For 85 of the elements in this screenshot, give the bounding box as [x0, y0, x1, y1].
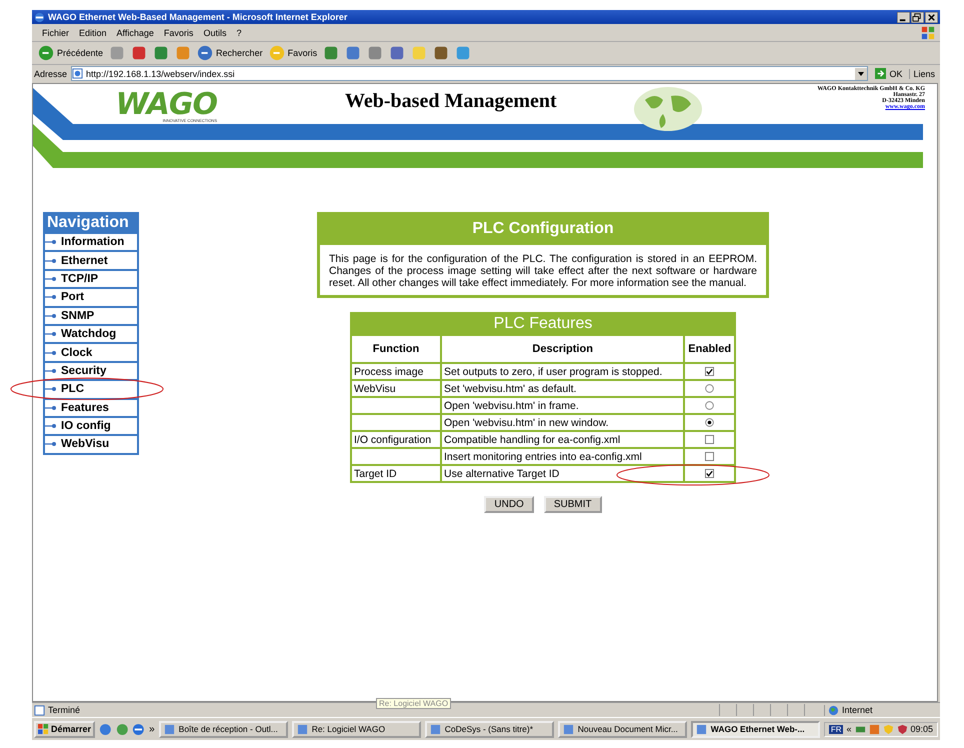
- checkbox[interactable]: [705, 367, 714, 376]
- panel-title: PLC Configuration: [320, 215, 766, 245]
- arrow-icon: [875, 68, 886, 79]
- radio-button[interactable]: [705, 384, 714, 394]
- app-icon: [164, 724, 175, 734]
- app-icon[interactable]: [868, 724, 880, 734]
- app-icon: [296, 724, 308, 734]
- taskbar-button[interactable]: Nouveau Document Micr...: [558, 720, 687, 738]
- navigation-item[interactable]: Information: [45, 234, 137, 250]
- windows-flag-icon: [920, 26, 936, 40]
- navigation-item[interactable]: Clock: [45, 344, 137, 361]
- table-cell: Open 'webvisu.htm' in frame.: [442, 398, 684, 413]
- checkbox[interactable]: [705, 452, 714, 462]
- table-cell: WebVisu: [352, 381, 440, 396]
- table-cell: Set 'webvisu.htm' as default.: [442, 381, 684, 396]
- taskbar-button[interactable]: CoDeSys - (Sans titre)*: [424, 720, 554, 738]
- table-cell: Target ID: [352, 466, 440, 481]
- address-field[interactable]: http://192.168.1.13/webserv/index.ssi: [71, 66, 868, 81]
- navigation-item[interactable]: PLC: [45, 381, 137, 398]
- checkbox[interactable]: [705, 435, 714, 444]
- app-icon: [430, 724, 441, 734]
- navigation-item[interactable]: Ethernet: [45, 252, 137, 269]
- clock: 09:05: [910, 724, 934, 734]
- form-button[interactable]: SUBMIT: [544, 496, 602, 513]
- taskbar-button[interactable]: Boîte de réception - Outl...: [158, 720, 288, 738]
- column-header: Enabled: [685, 336, 734, 362]
- navigation-item[interactable]: Security: [45, 362, 137, 380]
- zone-text: Internet: [842, 705, 873, 715]
- windows-flag-icon: [38, 724, 49, 734]
- table-cell: Compatible handling for ea-config.xml: [442, 432, 684, 447]
- navigation-item[interactable]: Features: [45, 400, 137, 416]
- menu-item[interactable]: Edition: [79, 28, 107, 38]
- navigation-item[interactable]: SNMP: [45, 308, 137, 324]
- language-indicator[interactable]: FR: [828, 724, 844, 734]
- close-icon[interactable]: [925, 12, 938, 22]
- table-cell: Set outputs to zero, if user program is stopped.: [442, 364, 684, 379]
- go-button[interactable]: OK: [872, 68, 906, 79]
- checkbox[interactable]: [705, 469, 714, 478]
- minimize-icon[interactable]: [897, 12, 910, 22]
- window-title: WAGO Ethernet Web-Based Management - Microsoft Internet Explorer: [48, 12, 348, 22]
- links-button[interactable]: Liens: [909, 68, 938, 78]
- globe-icon: [632, 86, 703, 132]
- menu-item[interactable]: Affichage: [116, 28, 154, 38]
- logo-text: WAGO: [116, 92, 217, 118]
- table-cell: Insert monitoring entries into ea-config.xml: [442, 449, 684, 464]
- radio-button[interactable]: [705, 401, 714, 410]
- form-button[interactable]: UNDO: [484, 496, 534, 513]
- description-text: This page is for the configuration of the PLC. The configuration is stored in an EEPROM. Changes of the process image setting will take effect after the next software or hardware reset. All other changes will take effect immediately. For more information see the manual.: [328, 252, 758, 291]
- navigation-title: Navigation: [46, 214, 130, 232]
- column-header: Function: [352, 336, 440, 362]
- app-icon: [696, 724, 707, 734]
- page-title: Web-based Management: [345, 90, 557, 113]
- restore-icon[interactable]: [911, 12, 924, 22]
- menu-item[interactable]: ?: [236, 28, 242, 38]
- navigation-item[interactable]: Port: [45, 289, 137, 306]
- taskbar-button[interactable]: WAGO Ethernet Web-...: [690, 720, 820, 738]
- navigation-item[interactable]: TCP/IP: [45, 270, 137, 288]
- status-text: Terminé: [48, 705, 82, 715]
- toolbar-button[interactable]: Favoris: [268, 45, 318, 61]
- toolbar-button[interactable]: Rechercher: [197, 45, 263, 61]
- navigation-item[interactable]: IO config: [45, 418, 137, 434]
- address-label: Adresse: [34, 68, 68, 78]
- navigation-item[interactable]: Watchdog: [45, 326, 137, 342]
- table-cell: Process image: [352, 364, 440, 379]
- tooltip: Re: Logiciel WAGO: [376, 698, 452, 709]
- dropdown-icon[interactable]: [855, 68, 868, 80]
- taskbar-button[interactable]: Re: Logiciel WAGO: [292, 720, 421, 738]
- menu-item[interactable]: Favoris: [164, 28, 194, 38]
- radio-button[interactable]: [705, 418, 714, 428]
- table-cell: Use alternative Target ID: [442, 466, 684, 481]
- table-title: PLC Features: [492, 314, 594, 334]
- globe-icon: [828, 704, 839, 716]
- table-cell: Open 'webvisu.htm' in new window.: [442, 415, 684, 430]
- column-header: Description: [442, 336, 684, 362]
- more-button[interactable]: »: [149, 724, 155, 734]
- app-icon: [562, 724, 574, 734]
- navigation-item[interactable]: WebVisu: [45, 436, 137, 453]
- menu-item[interactable]: Outils: [203, 28, 226, 38]
- page-icon: [72, 68, 84, 79]
- expand-tray-button[interactable]: «: [846, 724, 852, 734]
- table-cell: I/O configuration: [352, 432, 440, 447]
- start-button[interactable]: Démarrer: [34, 720, 96, 738]
- toolbar-button[interactable]: Précédente: [38, 45, 104, 61]
- menu-item[interactable]: Fichier: [42, 28, 70, 38]
- shield-icon[interactable]: [896, 724, 908, 734]
